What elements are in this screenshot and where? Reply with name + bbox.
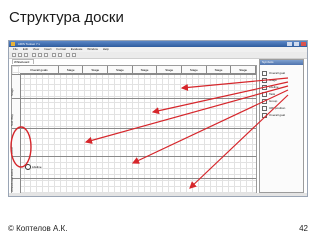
undo-icon[interactable] (52, 53, 56, 57)
maximize-icon[interactable] (294, 42, 300, 46)
swimlane[interactable]: Extra (10, 156, 256, 179)
stage-icon (262, 78, 267, 83)
menu-window[interactable]: Window (87, 47, 98, 51)
menu-evaluate[interactable]: Evaluate (71, 47, 83, 51)
swimlane-label: Actor (10, 129, 21, 157)
stage-header[interactable]: Stage (132, 66, 158, 74)
page-number: 42 (299, 224, 308, 233)
goal-icon (262, 71, 267, 76)
lifeline-icon (25, 164, 31, 170)
save-icon[interactable] (24, 53, 28, 57)
tab-whiteboard[interactable]: Whiteboard (12, 59, 34, 64)
palette-item-overall-goal[interactable]: Overall goal (260, 70, 303, 77)
zoom-icon[interactable] (66, 53, 70, 57)
status-bar (9, 193, 307, 196)
palette-item-uri-position[interactable]: URI position (260, 105, 303, 112)
cut-icon[interactable] (32, 53, 36, 57)
swimlane[interactable]: Sub Way (10, 98, 256, 129)
goal-icon (262, 113, 267, 118)
minimize-icon[interactable] (287, 42, 293, 46)
app-logo-icon (11, 42, 15, 46)
palette-item-lifeline[interactable]: Lifeline (260, 84, 303, 91)
app-window: ARIS Toolset 7.x File Edit View Insert F… (8, 40, 308, 197)
swimlane-label: Sub Way (10, 99, 21, 129)
slide-title: Структура доски (9, 9, 124, 26)
palette-item-overall-goal-2[interactable]: Overall goal (260, 112, 303, 119)
open-icon[interactable] (18, 53, 22, 57)
lifeline-label: Lifeline (32, 165, 42, 169)
stage-header[interactable]: Stage (58, 66, 84, 74)
new-icon[interactable] (12, 53, 16, 57)
menu-insert[interactable]: Insert (44, 47, 52, 51)
whiteboard-canvas[interactable]: Overall goals Stage Stage Stage Stage St… (10, 65, 257, 195)
lifeline-icon (262, 85, 267, 90)
stage-header[interactable]: Stage (83, 66, 109, 74)
redo-icon[interactable] (58, 53, 62, 57)
palette-item-task[interactable]: Task (260, 91, 303, 98)
stage-header[interactable]: Stage (157, 66, 183, 74)
stage-header[interactable]: Stage (108, 66, 133, 74)
menu-format[interactable]: Format (56, 47, 66, 51)
swimlane[interactable]: Actor (10, 128, 256, 157)
stage-header[interactable]: Stage (231, 66, 256, 74)
stage-header[interactable]: Stage (182, 66, 207, 74)
print-icon[interactable] (72, 53, 76, 57)
palette-item-stage[interactable]: Stage (260, 77, 303, 84)
swimlane-label: Stage (10, 75, 21, 99)
paste-icon[interactable] (44, 53, 48, 57)
menu-view[interactable]: View (33, 47, 39, 51)
close-icon[interactable] (301, 42, 306, 46)
group-icon (262, 99, 267, 104)
stage-header[interactable]: Overall goals (20, 66, 59, 74)
window-title: ARIS Toolset 7.x (17, 42, 40, 46)
position-icon (262, 106, 267, 111)
copy-icon[interactable] (38, 53, 42, 57)
task-icon (262, 92, 267, 97)
stage-header[interactable]: Stage (206, 66, 232, 74)
menu-edit[interactable]: Edit (23, 47, 28, 51)
symbol-palette: Symbols Overall goal Stage Lifeline Task… (259, 59, 304, 193)
stage-header-row: Overall goals Stage Stage Stage Stage St… (20, 66, 256, 74)
lifeline-object[interactable]: Lifeline (25, 164, 42, 170)
palette-item-group[interactable]: Group (260, 98, 303, 105)
swimlane[interactable]: Stage (10, 74, 256, 99)
menu-file[interactable]: File (13, 47, 18, 51)
footer-author: © Коптелов А.К. (8, 224, 68, 233)
menu-help[interactable]: Help (103, 47, 109, 51)
toolbar (9, 52, 307, 59)
